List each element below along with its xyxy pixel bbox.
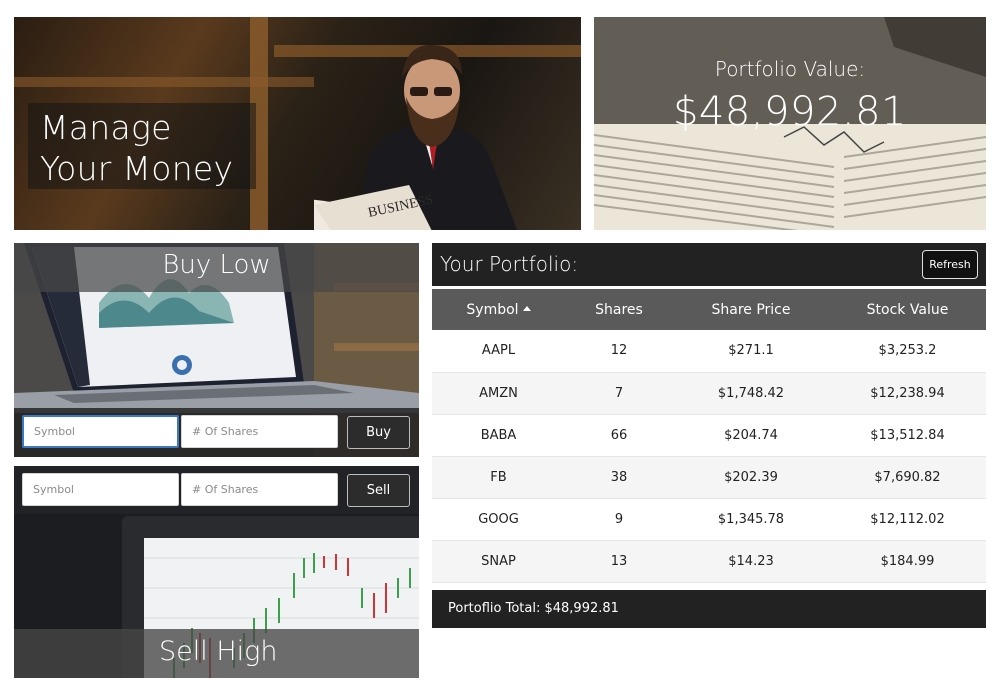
column-header-symbol[interactable]: Symbol [432,289,565,330]
table-row: BABA 66 $204.74 $13,512.84 [432,414,986,457]
table-header-row: Symbol Shares Share Price Stock Value [432,289,986,330]
portfolio-total: Portoflio Total: $48,992.81 [432,590,986,628]
portfolio-header: Your Portfolio: Refresh [432,243,986,286]
sell-shares-input[interactable] [181,473,338,506]
portfolio-title: Your Portfolio: [440,252,579,276]
portfolio-value-label: Portfolio Value: [714,57,866,81]
hero-banner: BUSINESS Manage Your Money [14,17,581,230]
table-row: FB 38 $202.39 $7,690.82 [432,456,986,499]
table-row: SNAP 13 $14.23 $184.99 [432,540,986,583]
portfolio-value-amount: $48,992.81 [672,89,908,135]
buy-panel: Buy Low Buy [14,243,419,457]
column-header-shares[interactable]: Shares [565,289,673,330]
sort-ascending-icon [522,305,531,311]
businessman-reading-newspaper-image: BUSINESS [314,44,518,230]
buy-heading: Buy Low [162,250,271,280]
portfolio-value-banner: Portfolio Value: $48,992.81 [594,17,986,230]
hero-title: Manage Your Money [40,108,234,188]
table-row: AMZN 7 $1,748.42 $12,238.94 [432,372,986,415]
buy-button[interactable]: Buy [347,416,410,449]
portfolio-panel: Your Portfolio: Refresh Symbol Shares Sh… [432,243,986,629]
refresh-button[interactable]: Refresh [922,250,978,279]
table-row: GOOG 9 $1,345.78 $12,112.02 [432,498,986,541]
portfolio-table: Symbol Shares Share Price Stock Value AA… [432,289,986,583]
page: BUSINESS Manage Your Money Portfolio Val… [0,0,1000,696]
sell-heading: Sell High [159,636,278,667]
sell-panel: Sell Sell High [14,466,419,678]
column-header-stock-value[interactable]: Stock Value [829,289,986,330]
buy-symbol-input[interactable] [22,415,179,448]
table-row: AAPL 12 $271.1 $3,253.2 [432,330,986,373]
buy-shares-input[interactable] [181,415,338,448]
sell-symbol-input[interactable] [22,473,179,506]
column-header-share-price[interactable]: Share Price [673,289,829,330]
sell-button[interactable]: Sell [347,474,410,507]
